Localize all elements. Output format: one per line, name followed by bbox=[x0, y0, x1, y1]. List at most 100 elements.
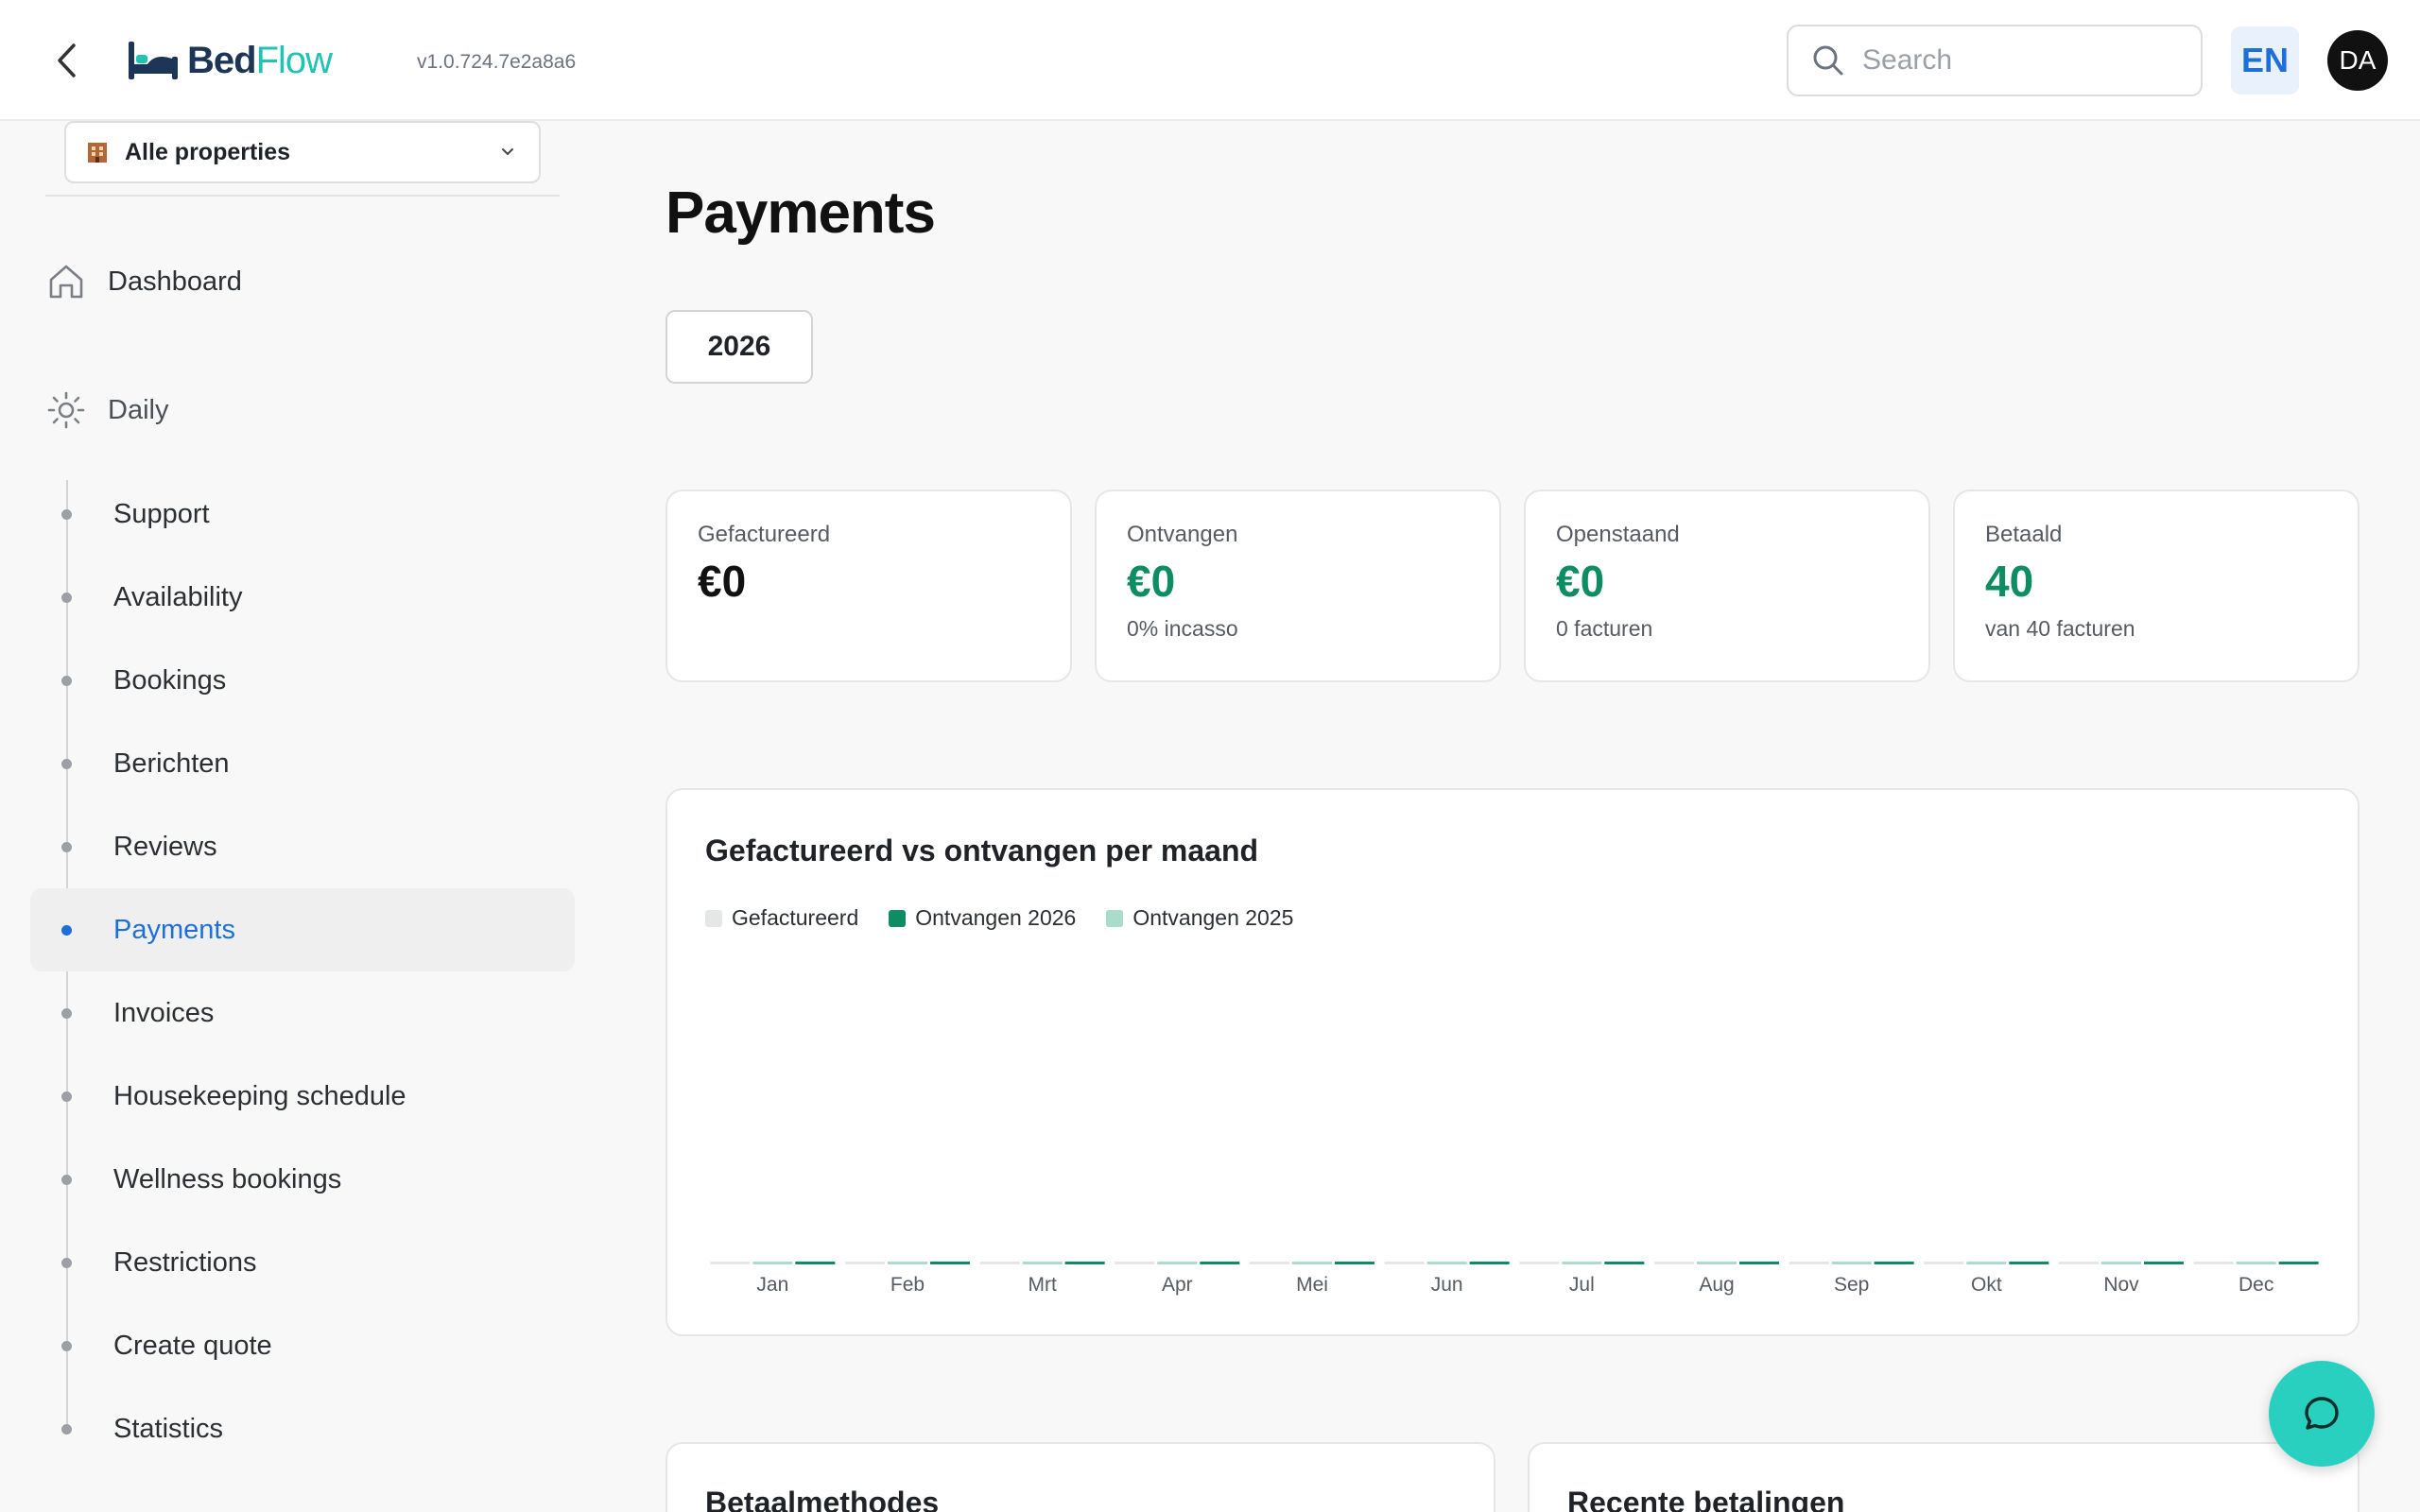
bar-jul-ontvangen-2025[interactable] bbox=[1562, 1262, 1602, 1264]
search-input[interactable] bbox=[1862, 44, 2184, 77]
sidebar-divider bbox=[45, 195, 560, 197]
payment-methods-title: Betaalmethodes bbox=[705, 1486, 940, 1512]
year-selector[interactable]: 2026 bbox=[666, 310, 813, 384]
tree-dot bbox=[61, 1175, 72, 1185]
bar-nov-ontvangen-2026[interactable] bbox=[2144, 1262, 2184, 1264]
bar-apr-gefactureerd[interactable] bbox=[1115, 1262, 1155, 1264]
sidebar-item-label: Housekeeping schedule bbox=[113, 1080, 406, 1111]
chart-card: Gefactureerd vs ontvangen per maand Gefa… bbox=[666, 788, 2360, 1336]
sidebar-item-create-quote[interactable]: Create quote bbox=[30, 1304, 575, 1387]
bar-jul-gefactureerd[interactable] bbox=[1519, 1262, 1560, 1264]
bar-nov-gefactureerd[interactable] bbox=[2059, 1262, 2099, 1264]
tree-dot bbox=[61, 759, 72, 769]
sidebar-item-label: Bookings bbox=[113, 664, 227, 696]
sidebar-item-invoices[interactable]: Invoices bbox=[30, 971, 575, 1055]
logo-text-flow: Flow bbox=[255, 39, 333, 81]
stat-label: Openstaand bbox=[1556, 522, 1680, 547]
stat-value: €0 bbox=[698, 557, 747, 606]
bar-dec-gefactureerd[interactable] bbox=[2193, 1262, 2234, 1264]
bar-jun-ontvangen-2025[interactable] bbox=[1426, 1262, 1467, 1264]
bar-mrt-ontvangen-2025[interactable] bbox=[1022, 1262, 1063, 1264]
stat-subtext: van 40 facturen bbox=[1985, 616, 2135, 641]
recent-payments-title: Recente betalingen bbox=[1567, 1486, 1845, 1512]
bar-mrt-gefactureerd[interactable] bbox=[979, 1262, 1020, 1264]
bar-apr-ontvangen-2026[interactable] bbox=[1200, 1262, 1240, 1264]
sidebar-item-label: Payments bbox=[113, 914, 235, 945]
bar-jan-ontvangen-2025[interactable] bbox=[752, 1262, 793, 1264]
bar-aug-ontvangen-2025[interactable] bbox=[1697, 1262, 1737, 1264]
bar-feb-ontvangen-2026[interactable] bbox=[930, 1262, 970, 1264]
bar-okt-ontvangen-2026[interactable] bbox=[2009, 1262, 2049, 1264]
sidebar-section-daily[interactable]: Daily bbox=[45, 389, 168, 431]
bar-mrt-ontvangen-2026[interactable] bbox=[1064, 1262, 1105, 1264]
sidebar-item-payments[interactable]: Payments bbox=[30, 888, 575, 971]
sidebar-item-restrictions[interactable]: Restrictions bbox=[30, 1221, 575, 1304]
bar-mei-gefactureerd[interactable] bbox=[1250, 1262, 1289, 1264]
sidebar-item-wellness-bookings[interactable]: Wellness bookings bbox=[30, 1138, 575, 1221]
x-tick-label: Sep bbox=[1834, 1274, 1869, 1296]
sidebar-item-label: Support bbox=[113, 498, 210, 529]
sidebar-item-availability[interactable]: Availability bbox=[30, 556, 575, 639]
tree-dot bbox=[61, 1091, 72, 1102]
bar-mei-ontvangen-2026[interactable] bbox=[1335, 1262, 1374, 1264]
back-button[interactable] bbox=[47, 40, 85, 81]
property-select[interactable]: Alle properties bbox=[64, 121, 541, 183]
sidebar-item-label: Create quote bbox=[113, 1330, 272, 1361]
top-header: BedFlow v1.0.724.7e2a8a6 EN DA bbox=[0, 0, 2420, 121]
tree-dot bbox=[61, 925, 72, 936]
sidebar-item-support[interactable]: Support bbox=[30, 472, 575, 556]
language-button[interactable]: EN bbox=[2231, 26, 2299, 94]
bar-dec-ontvangen-2026[interactable] bbox=[2278, 1262, 2319, 1264]
sidebar-item-label: Statistics bbox=[113, 1413, 224, 1444]
sidebar-item-dashboard[interactable]: Dashboard bbox=[45, 261, 242, 302]
tree-dot bbox=[61, 1341, 72, 1351]
bar-okt-ontvangen-2025[interactable] bbox=[1966, 1262, 2007, 1264]
bar-feb-ontvangen-2025[interactable] bbox=[888, 1262, 927, 1264]
bar-aug-gefactureerd[interactable] bbox=[1654, 1262, 1694, 1264]
bar-dec-ontvangen-2025[interactable] bbox=[2236, 1262, 2276, 1264]
bar-jun-ontvangen-2026[interactable] bbox=[1469, 1262, 1510, 1264]
property-select-label: Alle properties bbox=[125, 138, 291, 165]
sidebar-item-housekeeping-schedule[interactable]: Housekeeping schedule bbox=[30, 1055, 575, 1138]
chat-button[interactable] bbox=[2269, 1361, 2375, 1467]
bar-jan-ontvangen-2026[interactable] bbox=[795, 1262, 836, 1264]
stat-card-ontvangen: Ontvangen €0 0% incasso bbox=[1095, 490, 1501, 682]
bar-jul-ontvangen-2026[interactable] bbox=[1604, 1262, 1645, 1264]
app-version: v1.0.724.7e2a8a6 bbox=[417, 51, 577, 73]
tree-dot bbox=[61, 1424, 72, 1435]
user-avatar[interactable]: DA bbox=[2327, 30, 2388, 91]
bar-sep-ontvangen-2026[interactable] bbox=[1874, 1262, 1914, 1264]
bar-sep-gefactureerd[interactable] bbox=[1789, 1262, 1829, 1264]
x-tick-label: Jun bbox=[1431, 1274, 1463, 1296]
sidebar-item-statistics[interactable]: Statistics bbox=[30, 1387, 575, 1470]
app-logo[interactable]: BedFlow bbox=[127, 34, 333, 87]
bar-nov-ontvangen-2025[interactable] bbox=[2101, 1262, 2141, 1264]
chat-icon bbox=[2305, 1397, 2339, 1430]
stat-label: Gefactureerd bbox=[698, 522, 831, 547]
bar-apr-ontvangen-2025[interactable] bbox=[1157, 1262, 1198, 1264]
bar-aug-ontvangen-2026[interactable] bbox=[1739, 1262, 1779, 1264]
bed-icon bbox=[129, 42, 178, 79]
bar-jan-gefactureerd[interactable] bbox=[710, 1262, 751, 1264]
x-tick-label: Mei bbox=[1296, 1274, 1328, 1296]
sidebar: Alle properties Dashboard Daily Support A… bbox=[0, 121, 586, 1512]
x-tick-label: Feb bbox=[890, 1274, 925, 1296]
bar-feb-gefactureerd[interactable] bbox=[845, 1262, 885, 1264]
sidebar-item-reviews[interactable]: Reviews bbox=[30, 805, 575, 888]
stat-card-gefactureerd: Gefactureerd €0 bbox=[666, 490, 1072, 682]
stat-subtext: 0% incasso bbox=[1127, 616, 1238, 641]
sidebar-item-label: Berichten bbox=[113, 747, 230, 779]
search-box[interactable] bbox=[1787, 25, 2203, 96]
sidebar-item-bookings[interactable]: Bookings bbox=[30, 639, 575, 722]
x-tick-label: Apr bbox=[1162, 1274, 1193, 1296]
bar-sep-ontvangen-2025[interactable] bbox=[1831, 1262, 1872, 1264]
sun-icon bbox=[47, 391, 85, 429]
bar-jun-gefactureerd[interactable] bbox=[1384, 1262, 1425, 1264]
stat-value: €0 bbox=[1127, 557, 1176, 606]
sidebar-item-berichten[interactable]: Berichten bbox=[30, 722, 575, 805]
bar-mei-ontvangen-2025[interactable] bbox=[1292, 1262, 1332, 1264]
sidebar-item-label: Reviews bbox=[113, 831, 217, 862]
stat-card-betaald: Betaald 40 van 40 facturen bbox=[1953, 490, 2360, 682]
tree-dot bbox=[61, 1008, 72, 1019]
bar-okt-gefactureerd[interactable] bbox=[1924, 1262, 1964, 1264]
